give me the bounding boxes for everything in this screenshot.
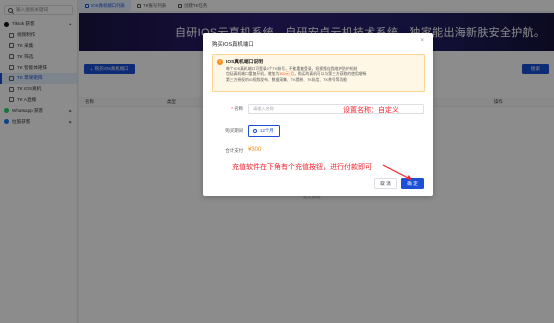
arrow-annotation [382,164,412,180]
buy-port-dialog: 购买IOS真机端口 × ! IOS真机端口说明 每个IOS真机端口可登录2个TK… [203,33,433,196]
arrow-line [382,164,411,180]
